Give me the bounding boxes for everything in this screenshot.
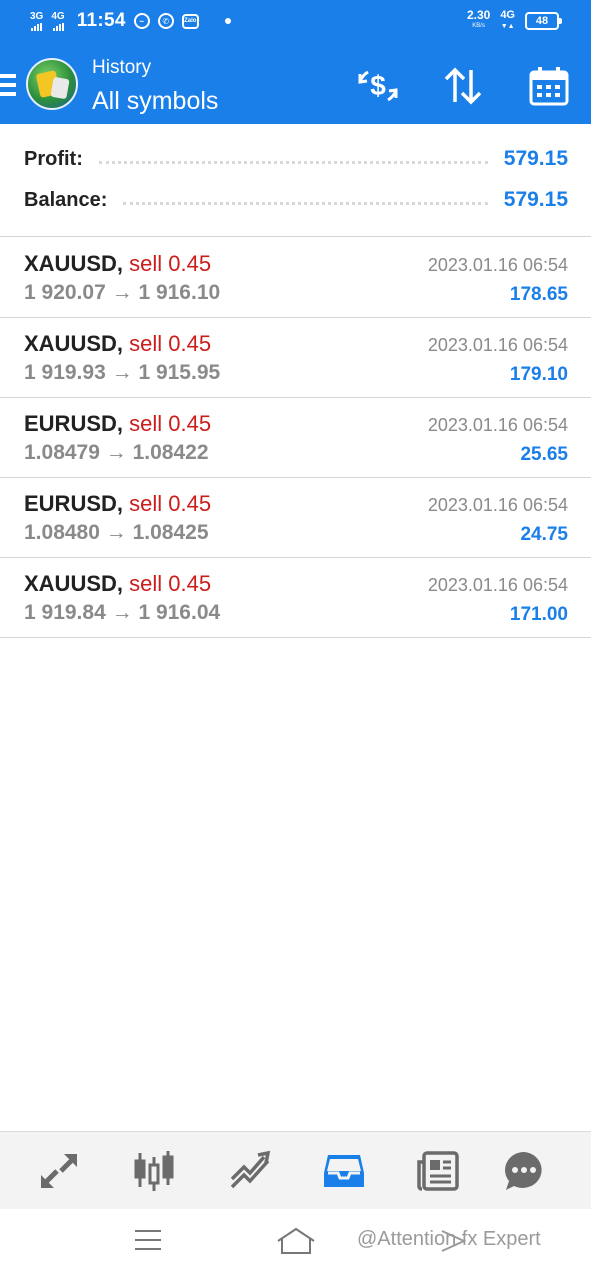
profit-label: Profit:: [24, 147, 83, 170]
currency-exchange-icon[interactable]: $: [356, 64, 400, 108]
dotted-leader: [98, 160, 488, 164]
deal-side: sell 0.45: [129, 491, 212, 516]
chart-tab[interactable]: [130, 1148, 178, 1194]
deal-symbol: XAUUSD: [24, 251, 117, 276]
status-bar: 3G 4G 11:54 ~ ✆ Zalo 2.30 KB/s 4G ▼▲ 48: [0, 0, 591, 44]
arrow-icon: →: [105, 441, 127, 464]
deal-symbol: EURUSD: [24, 411, 117, 436]
deal-profit: 178.65: [509, 284, 568, 305]
arrow-icon: →: [111, 281, 133, 304]
deal-symbol: XAUUSD: [24, 571, 117, 596]
deal-side: sell 0.45: [129, 251, 212, 276]
recent-apps-icon[interactable]: [133, 1227, 163, 1253]
balance-summary: Balance: 579.15: [24, 185, 568, 215]
balance-value: 579.15: [503, 188, 568, 211]
quotes-icon: [41, 1154, 77, 1188]
battery-icon: 48: [525, 12, 562, 30]
open-price: 1 919.93: [24, 361, 106, 384]
open-price: 1.08480: [24, 521, 100, 544]
close-price: 1 915.95: [138, 361, 221, 384]
clock: 11:54: [76, 10, 126, 31]
network-4g-signal: 4G ▼▲: [500, 9, 515, 31]
deal-side: sell 0.45: [129, 571, 212, 596]
deal-symbol: XAUUSD: [24, 331, 117, 356]
deal-time: 2023.01.16 06:54: [427, 415, 568, 435]
deal-profit: 25.65: [520, 444, 568, 465]
close-price: 1.08425: [132, 521, 209, 544]
arrow-icon: →: [111, 361, 133, 384]
news-icon: [417, 1151, 459, 1191]
deal-row[interactable]: EURUSD, sell 0.45 1.08480 → 1.08425 2023…: [0, 478, 591, 558]
network-3g-indicator: 3G: [30, 11, 43, 31]
deal-row[interactable]: XAUUSD, sell 0.45 1 919.93 → 1 915.95 20…: [0, 318, 591, 398]
messenger-icon: ~: [133, 13, 150, 29]
messages-icon: [505, 1152, 542, 1190]
dotted-leader: [123, 201, 488, 205]
history-tab[interactable]: [320, 1148, 368, 1194]
deal-time: 2023.01.16 06:54: [427, 575, 568, 595]
home-icon[interactable]: [276, 1227, 316, 1257]
deal-time: 2023.01.16 06:54: [427, 335, 568, 355]
open-price: 1.08479: [24, 441, 100, 464]
arrow-icon: →: [111, 601, 133, 624]
balance-label: Balance:: [24, 188, 108, 211]
network-speed: 2.30 KB/s: [466, 8, 491, 29]
divider: [0, 236, 591, 237]
deal-time: 2023.01.16 06:54: [427, 495, 568, 515]
messages-tab[interactable]: [500, 1148, 548, 1194]
deal-profit: 171.00: [509, 604, 568, 625]
whatsapp-icon: ✆: [157, 13, 174, 29]
open-price: 1 919.84: [24, 601, 106, 624]
deal-row[interactable]: EURUSD, sell 0.45 1.08479 → 1.08422 2023…: [0, 398, 591, 478]
network-4g-indicator: 4G: [51, 11, 65, 31]
deal-side: sell 0.45: [129, 411, 212, 436]
sort-icon[interactable]: [441, 64, 485, 108]
menu-icon[interactable]: [0, 74, 16, 98]
deal-profit: 24.75: [520, 524, 568, 545]
arrow-icon: →: [105, 521, 127, 544]
page-title[interactable]: All symbols: [92, 87, 218, 116]
quotes-tab[interactable]: [35, 1148, 83, 1194]
app-header: 3G 4G 11:54 ~ ✆ Zalo 2.30 KB/s 4G ▼▲ 48: [0, 0, 591, 124]
deal-time: 2023.01.16 06:54: [427, 255, 568, 275]
history-icon: [324, 1155, 364, 1187]
calendar-icon[interactable]: [527, 64, 571, 108]
open-price: 1 920.07: [24, 281, 106, 304]
svg-text:$: $: [370, 70, 386, 101]
metatrader-logo: [26, 58, 78, 110]
trade-tab[interactable]: [226, 1148, 274, 1194]
deal-row[interactable]: XAUUSD, sell 0.45 1 919.84 → 1 916.04 20…: [0, 558, 591, 638]
close-price: 1 916.10: [138, 281, 221, 304]
watermark: @Attention fx Expert: [357, 1228, 541, 1250]
close-price: 1.08422: [132, 441, 209, 464]
bottom-navigation: [0, 1131, 591, 1209]
news-tab[interactable]: [414, 1148, 462, 1194]
deal-symbol: EURUSD: [24, 491, 117, 516]
profit-value: 579.15: [503, 147, 568, 170]
trade-icon: [230, 1150, 271, 1189]
deal-side: sell 0.45: [129, 331, 212, 356]
zalo-icon: Zalo: [181, 13, 199, 29]
close-price: 1 916.04: [138, 601, 221, 624]
deal-profit: 179.10: [509, 364, 568, 385]
screen-subtitle: History: [92, 57, 152, 78]
profit-summary: Profit: 579.15: [24, 144, 568, 174]
notification-dot-icon: [224, 18, 231, 24]
deal-row[interactable]: XAUUSD, sell 0.45 1 920.07 → 1 916.10 20…: [0, 238, 591, 318]
chart-icon: [134, 1151, 174, 1191]
